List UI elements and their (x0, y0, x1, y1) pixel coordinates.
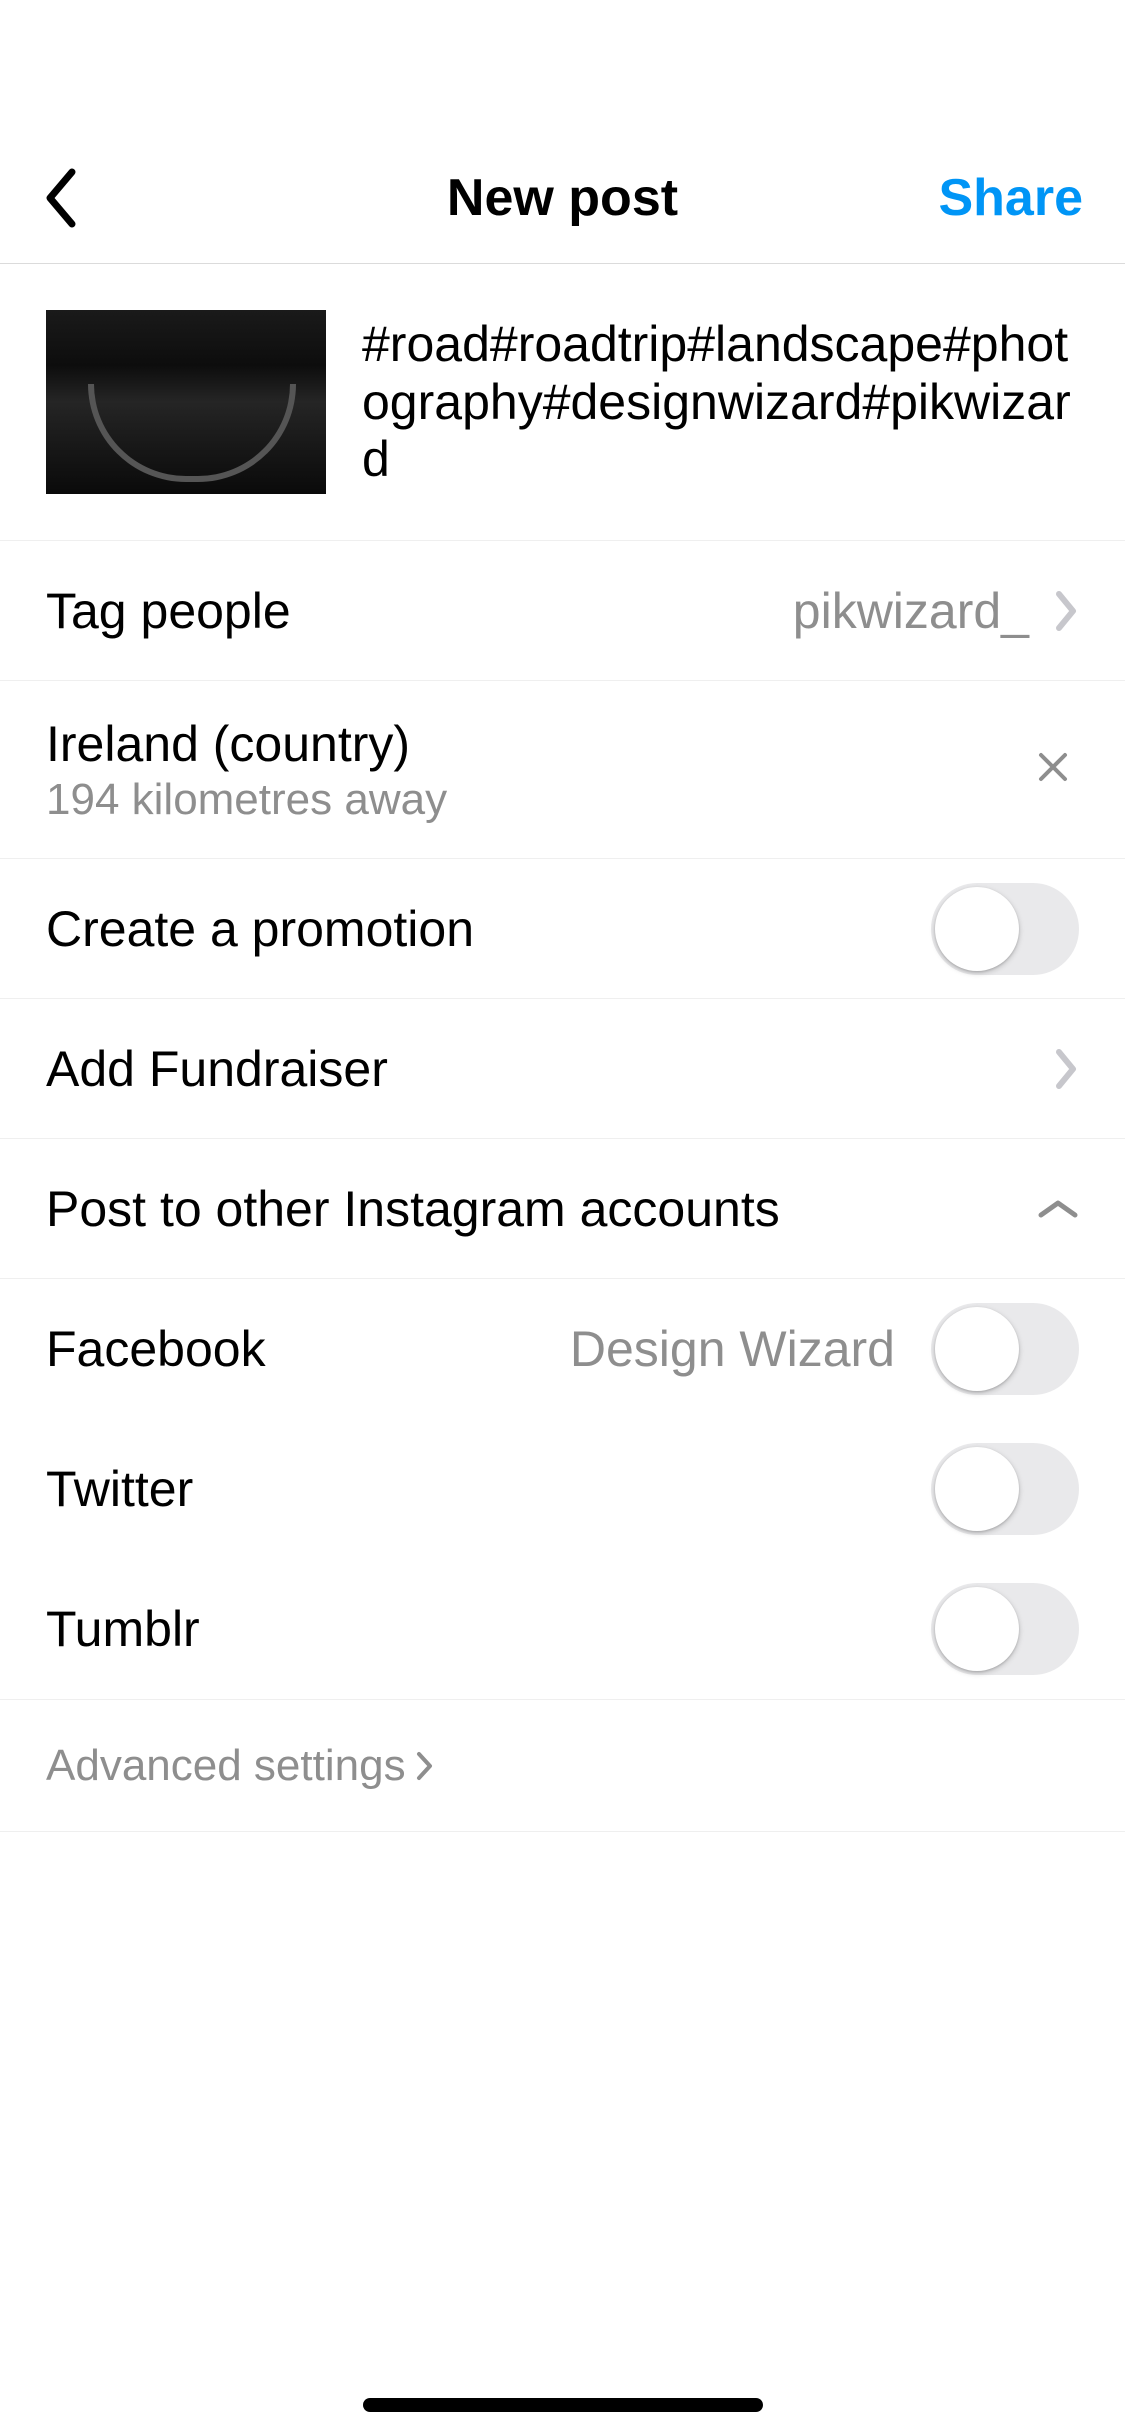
tag-people-value: pikwizard_ (793, 582, 1029, 640)
location-row[interactable]: Ireland (country) 194 kilometres away (0, 681, 1125, 859)
navigation-bar: New post Share (0, 132, 1125, 264)
location-name: Ireland (country) (46, 715, 447, 773)
promotion-label: Create a promotion (46, 900, 474, 958)
twitter-label: Twitter (46, 1460, 193, 1518)
tumblr-toggle[interactable] (931, 1583, 1079, 1675)
facebook-row: Facebook Design Wizard (0, 1279, 1125, 1419)
location-content: Ireland (country) 194 kilometres away (46, 715, 447, 825)
close-icon (1037, 751, 1069, 783)
tag-people-right: pikwizard_ (793, 582, 1079, 640)
advanced-settings-row[interactable]: Advanced settings (0, 1700, 1125, 1832)
tag-people-row[interactable]: Tag people pikwizard_ (0, 541, 1125, 681)
post-thumbnail[interactable] (46, 310, 326, 494)
back-button[interactable] (42, 166, 102, 230)
twitter-row: Twitter (0, 1419, 1125, 1559)
caption-input[interactable]: #road#roadtrip#landscape#photography#des… (362, 310, 1079, 494)
chevron-right-icon (416, 1750, 434, 1782)
twitter-toggle[interactable] (931, 1443, 1079, 1535)
fundraiser-label: Add Fundraiser (46, 1040, 388, 1098)
page-title: New post (447, 168, 678, 228)
toggle-knob (935, 1587, 1019, 1671)
toggle-knob (935, 1447, 1019, 1531)
tag-people-label: Tag people (46, 582, 291, 640)
social-section: Facebook Design Wizard Twitter Tumblr (0, 1279, 1125, 1700)
chevron-left-icon (42, 166, 78, 230)
facebook-toggle[interactable] (931, 1303, 1079, 1395)
facebook-account: Design Wizard (570, 1320, 895, 1378)
advanced-settings-label: Advanced settings (46, 1741, 406, 1791)
home-indicator[interactable] (363, 2398, 763, 2412)
toggle-knob (935, 1307, 1019, 1391)
share-button[interactable]: Share (938, 168, 1083, 228)
chevron-right-icon (1055, 590, 1079, 632)
fundraiser-row[interactable]: Add Fundraiser (0, 999, 1125, 1139)
promotion-toggle[interactable] (931, 883, 1079, 975)
remove-location-button[interactable] (1027, 741, 1079, 798)
other-accounts-label: Post to other Instagram accounts (46, 1180, 780, 1238)
tumblr-row: Tumblr (0, 1559, 1125, 1699)
chevron-up-icon (1037, 1197, 1079, 1221)
chevron-right-icon (1055, 1048, 1079, 1090)
other-accounts-header[interactable]: Post to other Instagram accounts (0, 1139, 1125, 1279)
status-bar (0, 0, 1125, 132)
location-distance: 194 kilometres away (46, 775, 447, 825)
caption-section: #road#roadtrip#landscape#photography#des… (0, 264, 1125, 541)
toggle-knob (935, 887, 1019, 971)
facebook-label: Facebook (46, 1320, 266, 1378)
tumblr-label: Tumblr (46, 1600, 200, 1658)
promotion-row: Create a promotion (0, 859, 1125, 999)
